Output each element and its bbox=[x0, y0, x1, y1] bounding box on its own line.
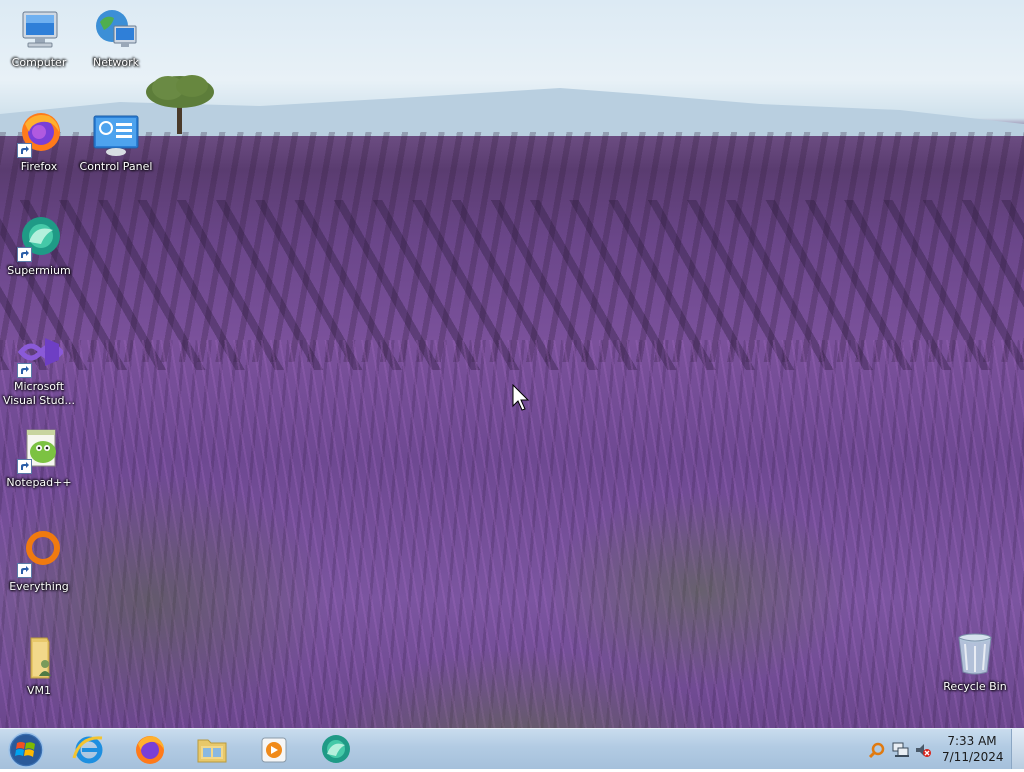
network-tray-icon[interactable] bbox=[892, 741, 910, 759]
desktop-icon-supermium[interactable]: Supermium bbox=[1, 214, 77, 278]
volume-muted-icon[interactable] bbox=[914, 741, 932, 759]
taskbar-internet-explorer[interactable] bbox=[68, 732, 108, 766]
desktop-icon-label: Everything bbox=[9, 580, 69, 593]
shortcut-arrow-icon bbox=[17, 459, 32, 474]
taskbar-firefox[interactable] bbox=[130, 732, 170, 766]
desktop-icon-label: Firefox bbox=[20, 160, 58, 173]
firefox-icon bbox=[15, 110, 63, 158]
media-player-icon bbox=[261, 737, 287, 763]
visual-studio-icon bbox=[15, 330, 65, 378]
supermium-icon bbox=[15, 214, 63, 262]
everything-icon bbox=[15, 530, 63, 578]
shortcut-arrow-icon bbox=[17, 363, 32, 378]
shortcut-arrow-icon bbox=[17, 247, 32, 262]
desktop-icon-label: Supermium bbox=[7, 264, 71, 277]
supermium-icon bbox=[322, 735, 350, 763]
clock-time: 7:33 AM bbox=[947, 734, 997, 748]
shortcut-arrow-icon bbox=[17, 563, 32, 578]
desktop-icon-label: Notepad++ bbox=[6, 476, 72, 489]
desktop-icon-label: Network bbox=[93, 56, 139, 69]
folder-user-icon bbox=[15, 634, 63, 682]
shortcut-arrow-icon bbox=[17, 143, 32, 158]
desktop-icon-network[interactable]: Network bbox=[78, 6, 154, 70]
desktop-icon-label: Computer bbox=[11, 56, 67, 69]
network-icon bbox=[92, 6, 140, 54]
desktop-icon-everything[interactable]: Everything bbox=[1, 530, 77, 594]
taskbar: 7:33 AM 7/11/2024 bbox=[0, 728, 1024, 769]
system-tray: 7:33 AM 7/11/2024 bbox=[854, 729, 1024, 769]
mouse-cursor-icon bbox=[512, 384, 530, 411]
desktop-icon-label: VM1 bbox=[26, 684, 51, 697]
start-button[interactable] bbox=[6, 731, 46, 769]
desktop-icon-control-panel[interactable]: Control Panel bbox=[78, 110, 154, 174]
show-desktop-button[interactable] bbox=[1011, 729, 1024, 769]
desktop-icon-label: Control Panel bbox=[79, 160, 153, 173]
control-panel-icon bbox=[92, 110, 140, 158]
desktop-icon-notepadpp[interactable]: Notepad++ bbox=[1, 426, 77, 490]
search-tray-icon[interactable] bbox=[868, 741, 886, 759]
notepadpp-icon bbox=[15, 426, 63, 474]
desktop-icon-recycle-bin[interactable]: Recycle Bin bbox=[937, 630, 1013, 694]
taskbar-media-player[interactable] bbox=[254, 732, 294, 766]
desktop-icon-firefox[interactable]: Firefox bbox=[1, 110, 77, 174]
firefox-icon bbox=[136, 736, 164, 764]
ie-icon bbox=[72, 736, 103, 764]
recycle-bin-icon bbox=[951, 630, 999, 678]
desktop-icon-label: Microsoft Visual Stud... bbox=[2, 380, 76, 407]
computer-icon bbox=[15, 6, 63, 54]
taskbar-supermium[interactable] bbox=[316, 732, 356, 766]
clock-date: 7/11/2024 bbox=[942, 750, 1004, 764]
explorer-icon bbox=[197, 739, 227, 763]
taskbar-clock[interactable]: 7:33 AM 7/11/2024 bbox=[942, 733, 1004, 765]
desktop-icon-visual-studio[interactable]: Microsoft Visual Stud... bbox=[1, 330, 77, 408]
desktop-icon-label: Recycle Bin bbox=[943, 680, 1007, 693]
desktop-icon-computer[interactable]: Computer bbox=[1, 6, 77, 70]
taskbar-windows-explorer[interactable] bbox=[192, 732, 232, 766]
desktop-icon-vm1[interactable]: VM1 bbox=[1, 634, 77, 698]
windows-logo-icon bbox=[8, 732, 44, 768]
